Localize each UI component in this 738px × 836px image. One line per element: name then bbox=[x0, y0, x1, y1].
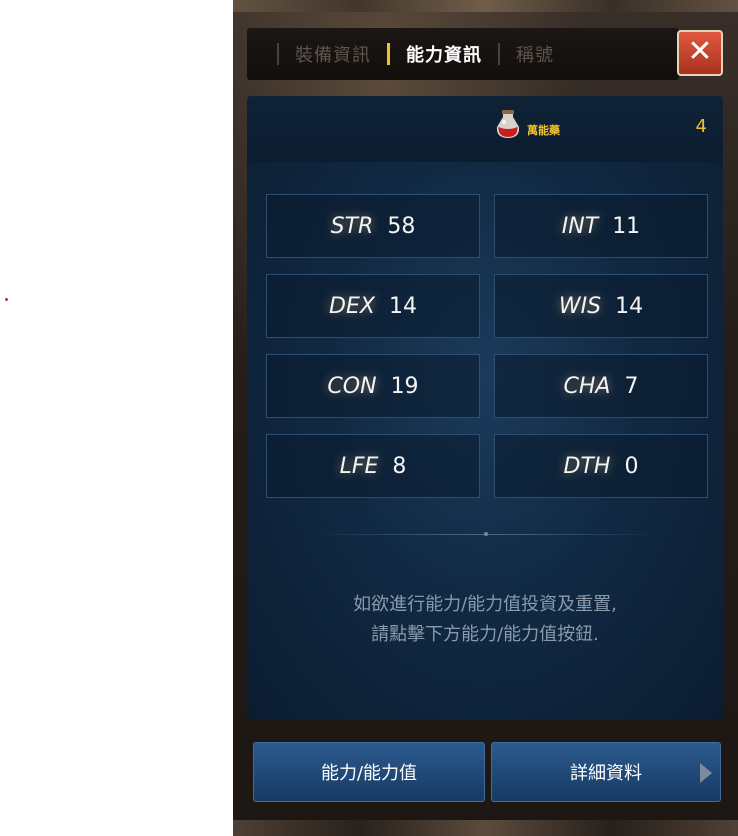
stat-box-dex[interactable]: DEX 14 bbox=[266, 274, 480, 338]
ability-button[interactable]: 能力/能力值 bbox=[253, 742, 485, 802]
stat-value: 0 bbox=[624, 453, 639, 479]
close-button[interactable]: ✕ bbox=[677, 30, 723, 76]
stat-value: 11 bbox=[612, 213, 641, 239]
stat-name: LFE bbox=[339, 453, 379, 479]
tab-equipment-info[interactable]: 裝備資訊 bbox=[295, 41, 371, 67]
stat-box-int[interactable]: INT 11 bbox=[494, 194, 708, 258]
tab-separator bbox=[277, 43, 279, 65]
stat-name: DTH bbox=[563, 453, 611, 479]
stat-box-wis[interactable]: WIS 14 bbox=[494, 274, 708, 338]
stat-name: CON bbox=[327, 373, 377, 399]
stat-value: 8 bbox=[392, 453, 407, 479]
stat-value: 58 bbox=[387, 213, 416, 239]
tab-separator bbox=[498, 43, 500, 65]
stat-name: INT bbox=[561, 213, 599, 239]
tab-title[interactable]: 稱號 bbox=[516, 41, 554, 67]
tab-ability-info[interactable]: 能力資訊 bbox=[406, 41, 482, 67]
stat-value: 14 bbox=[615, 293, 644, 319]
potion-label: 萬能藥 bbox=[527, 124, 560, 137]
tab-bar: 裝備資訊 能力資訊 稱號 bbox=[247, 28, 679, 80]
arrow-right-icon bbox=[700, 763, 712, 783]
stat-value: 14 bbox=[388, 293, 417, 319]
divider-dot bbox=[484, 532, 488, 536]
red-dot bbox=[5, 298, 8, 301]
stat-name: STR bbox=[330, 213, 374, 239]
active-tab-indicator bbox=[387, 43, 390, 65]
help-line-2: 請點擊下方能力/能力值按鈕. bbox=[371, 624, 599, 645]
stat-name: WIS bbox=[558, 293, 602, 319]
frame-top-border bbox=[233, 0, 738, 12]
ability-button-label: 能力/能力值 bbox=[320, 763, 418, 784]
stat-value: 19 bbox=[390, 373, 419, 399]
stat-value: 7 bbox=[624, 373, 639, 399]
potion-icon bbox=[496, 110, 520, 138]
potion-bar: 萬能藥 4 bbox=[247, 96, 723, 162]
stat-name: DEX bbox=[329, 293, 375, 319]
help-text: 如欲進行能力/能力值投資及重置, 請點擊下方能力/能力值按鈕. bbox=[247, 590, 723, 650]
details-button[interactable]: 詳細資料 bbox=[491, 742, 721, 802]
character-info-window: 裝備資訊 能力資訊 稱號 ✕ 萬能藥 4 STR 58 INT 11 DEX 1… bbox=[233, 0, 738, 836]
stat-box-str[interactable]: STR 58 bbox=[266, 194, 480, 258]
close-icon: ✕ bbox=[687, 34, 713, 69]
stat-box-dth[interactable]: DTH 0 bbox=[494, 434, 708, 498]
stats-panel: 萬能藥 4 STR 58 INT 11 DEX 14 WIS 14 CON 19… bbox=[247, 96, 723, 720]
stat-name: CHA bbox=[563, 373, 611, 399]
stat-box-lfe[interactable]: LFE 8 bbox=[266, 434, 480, 498]
frame-bottom-border bbox=[233, 820, 738, 836]
stat-box-cha[interactable]: CHA 7 bbox=[494, 354, 708, 418]
details-button-label: 詳細資料 bbox=[570, 763, 642, 784]
potion-count: 4 bbox=[695, 116, 707, 137]
stat-box-con[interactable]: CON 19 bbox=[266, 354, 480, 418]
help-line-1: 如欲進行能力/能力值投資及重置, bbox=[353, 594, 617, 615]
